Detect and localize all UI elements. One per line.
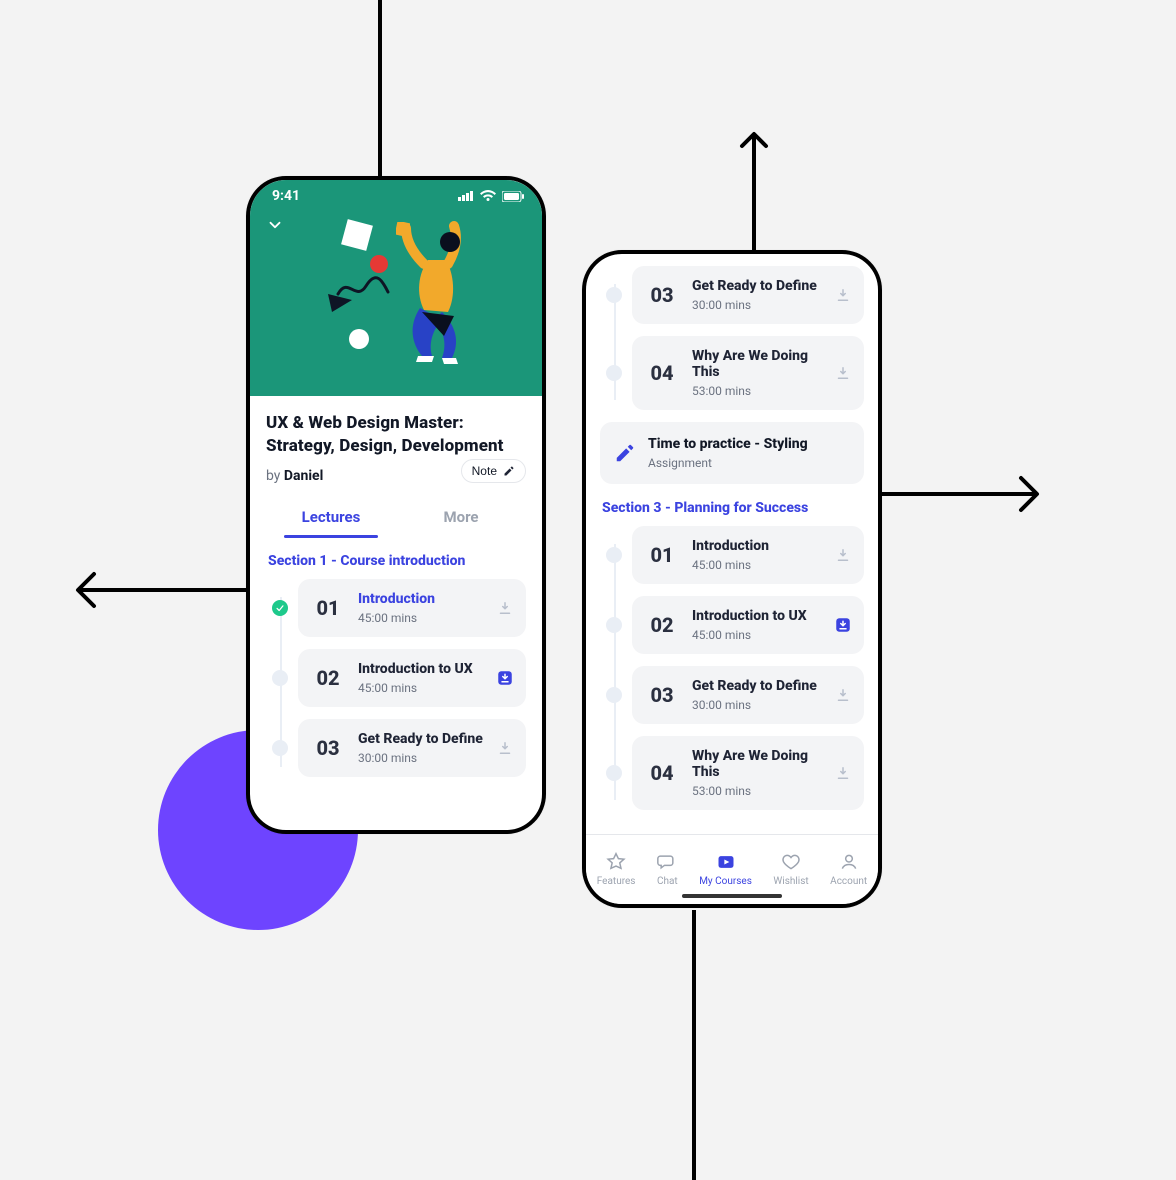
lecture-title: Introduction	[692, 538, 822, 554]
tab-more[interactable]: More	[396, 498, 526, 536]
download-icon[interactable]	[496, 599, 514, 617]
lecture-row[interactable]: 04 Why Are We Doing This 53:00 mins	[606, 336, 864, 410]
edit-icon	[503, 465, 515, 477]
progress-dot	[606, 547, 622, 563]
lecture-duration: 45:00 mins	[358, 611, 484, 625]
lecture-title: Why Are We Doing This	[692, 348, 822, 380]
progress-dot	[272, 670, 288, 686]
lecture-row[interactable]: 04 Why Are We Doing This 53:00 mins	[606, 736, 864, 810]
progress-dot	[606, 687, 622, 703]
phone-mockup-left: 9:41	[246, 176, 546, 834]
section-1-title: Section 1 - Course introduction	[268, 553, 524, 569]
tab-wishlist[interactable]: Wishlist	[773, 852, 808, 887]
lecture-number: 02	[644, 613, 680, 637]
download-icon[interactable]	[834, 686, 852, 704]
user-icon	[839, 852, 859, 872]
lecture-duration: 45:00 mins	[692, 628, 822, 642]
lecture-row[interactable]: 01 Introduction 45:00 mins	[272, 579, 526, 637]
progress-dot	[606, 287, 622, 303]
arrow-right-icon	[855, 472, 1055, 516]
tab-account[interactable]: Account	[830, 852, 867, 887]
download-icon[interactable]	[834, 546, 852, 564]
lecture-number: 03	[644, 683, 680, 707]
lecture-number: 02	[310, 666, 346, 690]
progress-dot	[606, 617, 622, 633]
lecture-row[interactable]: 03 Get Ready to Define 30:00 mins	[272, 719, 526, 777]
check-icon	[272, 600, 288, 616]
byline: by Daniel	[266, 468, 323, 484]
download-icon[interactable]	[834, 616, 852, 634]
download-icon[interactable]	[834, 764, 852, 782]
lecture-number: 01	[644, 543, 680, 567]
arrow-down-icon	[679, 910, 709, 1180]
lecture-title: Get Ready to Define	[692, 278, 822, 294]
pencil-icon	[614, 442, 636, 464]
lecture-title: Introduction to UX	[358, 661, 484, 677]
chat-icon	[657, 852, 677, 872]
arrow-left-icon	[60, 568, 270, 612]
lecture-number: 04	[644, 761, 680, 785]
note-button[interactable]: Note	[461, 459, 526, 483]
lecture-duration: 53:00 mins	[692, 384, 822, 398]
assignment-card[interactable]: Time to practice - Styling Assignment	[600, 422, 864, 484]
course-title: UX & Web Design Master: Strategy, Design…	[266, 412, 526, 458]
download-icon[interactable]	[834, 364, 852, 382]
download-icon[interactable]	[834, 286, 852, 304]
lecture-row[interactable]: 01 Introduction 45:00 mins	[606, 526, 864, 584]
star-icon	[606, 852, 626, 872]
section-3-title: Section 3 - Planning for Success	[602, 500, 862, 516]
lecture-number: 04	[644, 361, 680, 385]
assignment-sub: Assignment	[648, 456, 808, 470]
lecture-title: Introduction	[358, 591, 484, 607]
arrow-up-icon	[365, 0, 395, 200]
lecture-row[interactable]: 03 Get Ready to Define 30:00 mins	[606, 266, 864, 324]
tabs: Lectures More	[266, 498, 526, 537]
phone-mockup-right: 03 Get Ready to Define 30:00 mins 04 Why…	[582, 250, 882, 908]
lecture-row[interactable]: 02 Introduction to UX 45:00 mins	[272, 649, 526, 707]
lecture-duration: 30:00 mins	[358, 751, 484, 765]
lecture-list: 01 Introduction 45:00 mins 02 Introducti…	[272, 579, 526, 777]
lecture-title: Get Ready to Define	[358, 731, 484, 747]
lecture-duration: 45:00 mins	[358, 681, 484, 695]
lecture-title: Introduction to UX	[692, 608, 822, 624]
lecture-duration: 30:00 mins	[692, 698, 822, 712]
assignment-title: Time to practice - Styling	[648, 436, 808, 452]
lecture-list-section3: 01 Introduction 45:00 mins 02 Introducti…	[606, 526, 864, 810]
progress-dot	[606, 365, 622, 381]
bottom-tab-bar: Features Chat My Courses Wishlist Accoun…	[586, 834, 878, 904]
lecture-number: 03	[644, 283, 680, 307]
tab-my-courses[interactable]: My Courses	[699, 852, 752, 887]
lecture-duration: 30:00 mins	[692, 298, 822, 312]
download-icon[interactable]	[496, 739, 514, 757]
lecture-duration: 53:00 mins	[692, 784, 822, 798]
lecture-title: Why Are We Doing This	[692, 748, 822, 780]
lecture-number: 03	[310, 736, 346, 760]
arrow-up-icon	[739, 116, 769, 262]
tab-lectures[interactable]: Lectures	[266, 498, 396, 536]
lecture-number: 01	[310, 596, 346, 620]
hero-illustration	[250, 180, 542, 396]
play-icon	[716, 852, 736, 872]
tab-features[interactable]: Features	[597, 852, 636, 887]
lecture-row[interactable]: 02 Introduction to UX 45:00 mins	[606, 596, 864, 654]
progress-dot	[606, 765, 622, 781]
download-icon[interactable]	[496, 669, 514, 687]
lecture-list-top: 03 Get Ready to Define 30:00 mins 04 Why…	[606, 266, 864, 410]
lecture-row[interactable]: 03 Get Ready to Define 30:00 mins	[606, 666, 864, 724]
heart-icon	[781, 852, 801, 872]
progress-dot	[272, 740, 288, 756]
home-indicator	[682, 894, 782, 898]
lecture-title: Get Ready to Define	[692, 678, 822, 694]
tab-chat[interactable]: Chat	[657, 852, 678, 887]
lecture-duration: 45:00 mins	[692, 558, 822, 572]
course-hero: 9:41	[250, 180, 542, 396]
